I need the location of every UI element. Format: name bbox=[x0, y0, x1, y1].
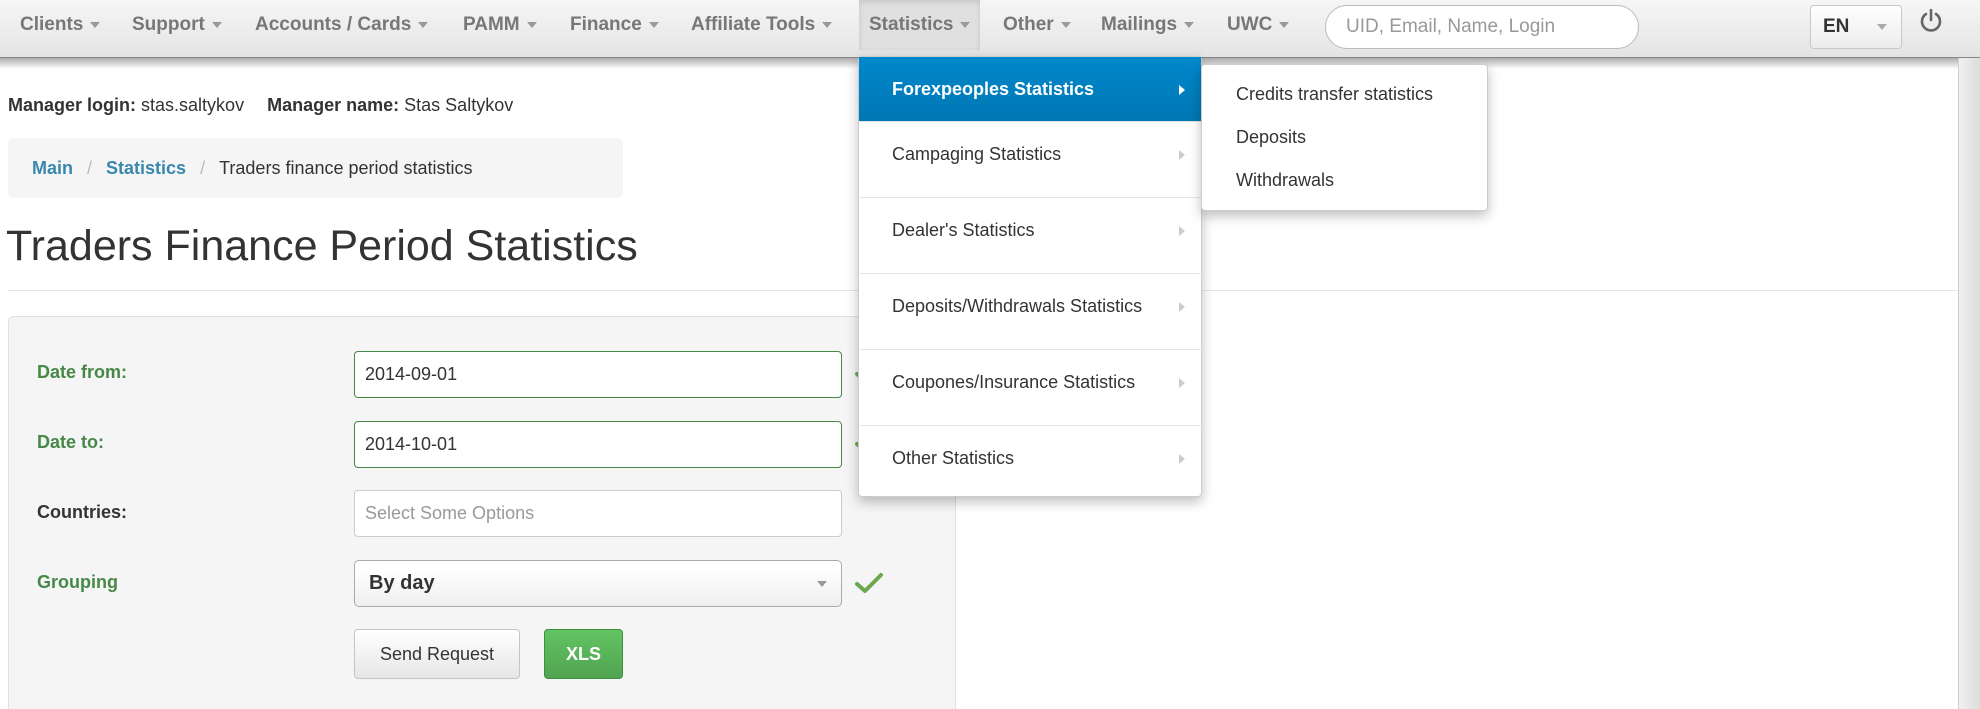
countries-multiselect[interactable] bbox=[354, 490, 842, 537]
breadcrumb-separator: / bbox=[87, 158, 93, 178]
menu-item-coupones-insurance-statistics[interactable]: Coupones/Insurance Statistics bbox=[859, 350, 1201, 414]
nav-affiliate-tools[interactable]: Affiliate Tools bbox=[691, 0, 833, 50]
menu-item-other-statistics[interactable]: Other Statistics bbox=[859, 426, 1201, 490]
nav-support[interactable]: Support bbox=[132, 0, 222, 50]
menu-item-dealers-statistics[interactable]: Dealer's Statistics bbox=[859, 198, 1201, 262]
nav-accounts-cards[interactable]: Accounts / Cards bbox=[255, 0, 429, 50]
manager-name-label: Manager name: bbox=[267, 95, 400, 115]
date-to-label: Date to: bbox=[37, 432, 104, 452]
submenu-item-credits-transfer-statistics[interactable]: Credits transfer statistics bbox=[1236, 84, 1433, 105]
chevron-down-icon bbox=[211, 21, 222, 28]
nav-mailings[interactable]: Mailings bbox=[1101, 0, 1195, 50]
forexpeoples-statistics-submenu: Credits transfer statistics Deposits Wit… bbox=[1201, 64, 1488, 211]
chevron-down-icon bbox=[1184, 21, 1195, 28]
breadcrumb-separator: / bbox=[200, 158, 206, 178]
countries-label: Countries: bbox=[37, 502, 127, 522]
nav-clients[interactable]: Clients bbox=[20, 0, 101, 50]
xls-export-button[interactable]: XLS bbox=[544, 629, 623, 679]
chevron-down-icon bbox=[822, 21, 833, 28]
search-input[interactable] bbox=[1325, 5, 1639, 49]
grouping-label: Grouping bbox=[37, 572, 118, 592]
check-icon bbox=[855, 573, 883, 593]
chevron-right-icon bbox=[1179, 150, 1185, 160]
send-request-button[interactable]: Send Request bbox=[354, 629, 520, 679]
power-icon[interactable] bbox=[1916, 6, 1946, 36]
chevron-down-icon bbox=[90, 21, 101, 28]
manager-name-value: Stas Saltykov bbox=[404, 95, 514, 115]
chevron-down-icon bbox=[648, 21, 659, 28]
menu-item-forexpeoples-statistics[interactable]: Forexpeoples Statistics bbox=[859, 57, 1201, 121]
breadcrumb-main[interactable]: Main bbox=[32, 158, 73, 178]
date-to-input[interactable] bbox=[354, 421, 842, 468]
manager-login-value: stas.saltykov bbox=[141, 95, 245, 115]
nav-statistics[interactable]: Statistics bbox=[859, 0, 981, 50]
submenu-item-withdrawals[interactable]: Withdrawals bbox=[1236, 170, 1334, 191]
chevron-right-icon bbox=[1179, 454, 1185, 464]
breadcrumb: Main / Statistics / Traders finance period s… bbox=[8, 138, 623, 198]
date-from-label: Date from: bbox=[37, 362, 128, 382]
chevron-down-icon bbox=[418, 21, 429, 28]
chevron-down-icon bbox=[1060, 21, 1071, 28]
chevron-down-icon bbox=[960, 21, 971, 28]
page-title: Traders Finance Period Statistics bbox=[6, 222, 638, 270]
chevron-down-icon bbox=[526, 21, 537, 28]
date-from-input[interactable] bbox=[354, 351, 842, 398]
menu-item-deposits-withdrawals-statistics[interactable]: Deposits/Withdrawals Statistics bbox=[859, 274, 1201, 338]
window-frame bbox=[1958, 58, 1980, 709]
nav-other[interactable]: Other bbox=[1003, 0, 1071, 50]
top-navbar: Clients Support Accounts / Cards PAMM Fi… bbox=[0, 0, 1980, 69]
manager-info: Manager login: stas.saltykov Manager nam… bbox=[8, 95, 513, 116]
language-select[interactable]: EN bbox=[1810, 5, 1902, 49]
submenu-item-deposits[interactable]: Deposits bbox=[1236, 127, 1306, 148]
chevron-right-icon bbox=[1179, 302, 1185, 312]
chevron-down-icon bbox=[1877, 24, 1887, 30]
nav-uwc[interactable]: UWC bbox=[1227, 0, 1290, 50]
chevron-down-icon bbox=[817, 581, 827, 587]
grouping-select[interactable]: By day bbox=[354, 560, 842, 607]
statistics-dropdown-menu: Forexpeoples Statistics Campaging Statis… bbox=[858, 56, 1202, 497]
chevron-right-icon bbox=[1179, 85, 1185, 95]
nav-finance[interactable]: Finance bbox=[570, 0, 659, 50]
breadcrumb-statistics[interactable]: Statistics bbox=[106, 158, 186, 178]
manager-login-label: Manager login: bbox=[8, 95, 137, 115]
nav-pamm[interactable]: PAMM bbox=[463, 0, 537, 50]
breadcrumb-current: Traders finance period statistics bbox=[219, 158, 473, 178]
chevron-down-icon bbox=[1279, 21, 1290, 28]
chevron-right-icon bbox=[1179, 378, 1185, 388]
chevron-right-icon bbox=[1179, 226, 1185, 236]
menu-item-campaging-statistics[interactable]: Campaging Statistics bbox=[859, 122, 1201, 186]
